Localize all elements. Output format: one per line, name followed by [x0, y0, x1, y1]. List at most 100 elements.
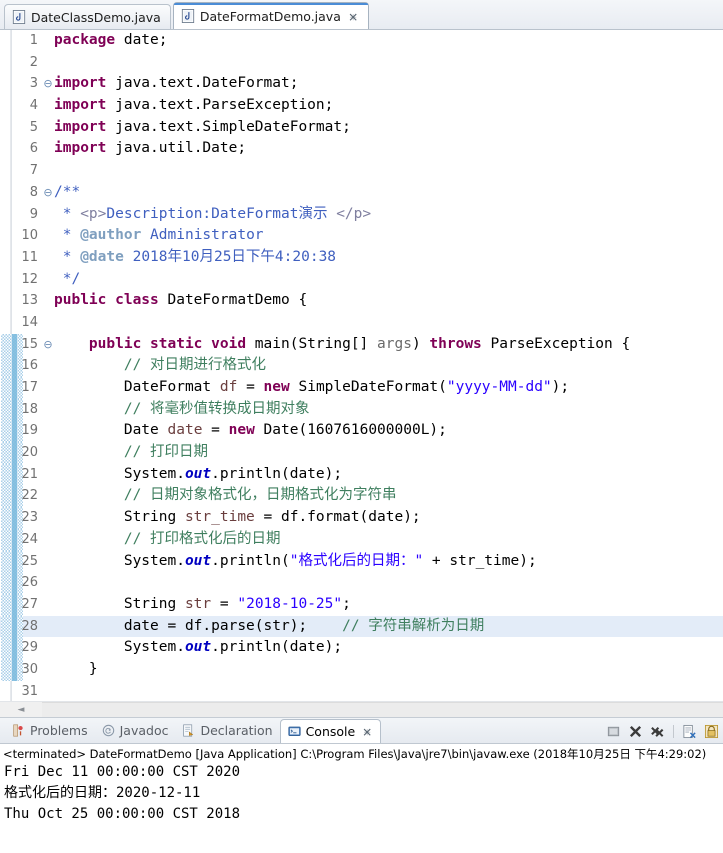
token: + str_time);	[423, 552, 537, 569]
line-number: 13	[21, 293, 38, 309]
code-line[interactable]: 8 ⊖/**	[0, 182, 723, 204]
java-file-icon	[181, 9, 195, 23]
code-line[interactable]: 5 import java.text.SimpleDateFormat;	[0, 117, 723, 139]
console-toolbar	[606, 718, 719, 744]
scroll-lock-button[interactable]	[704, 724, 719, 739]
token: date;	[115, 32, 168, 48]
remove-all-terminated-button[interactable]	[650, 724, 665, 739]
code-line[interactable]: 9 * <p>Description:DateFormat演示 </p>	[0, 204, 723, 226]
close-icon	[348, 11, 359, 22]
fold-toggle-icon[interactable]: ⊖	[43, 334, 53, 356]
code-line[interactable]: 22 // 日期对象格式化，日期格式化为字符串	[0, 485, 723, 507]
token: Date	[54, 422, 168, 439]
code-text: /**	[0, 182, 723, 204]
code-line[interactable]: 24 // 打印格式化后的日期	[0, 528, 723, 551]
code-line[interactable]: 19 Date date = new Date(1607616000000L);	[0, 420, 723, 442]
code-line[interactable]: 14	[0, 312, 723, 334]
code-line[interactable]: 25 System.out.println("格式化后的日期：" + str_t…	[0, 550, 723, 573]
remove-launch-button[interactable]	[628, 724, 643, 739]
code-line[interactable]: 1 package date;	[0, 30, 723, 52]
scroll-track[interactable]	[42, 702, 723, 717]
code-line[interactable]: 3 ⊖ import java.text.DateFormat;	[0, 73, 723, 95]
token: public static void	[88, 335, 247, 352]
code-line[interactable]: 31	[0, 681, 723, 701]
code-line[interactable]: 18 // 将毫秒值转换成日期对象	[0, 398, 723, 421]
token: )	[411, 335, 430, 352]
token: // 对日期进行格式化	[123, 357, 267, 374]
line-number: 7	[29, 163, 38, 179]
token: Description:DateFormat演示	[106, 205, 337, 222]
console-icon	[287, 725, 301, 738]
code-line[interactable]: 7	[0, 160, 723, 182]
code-line[interactable]: 13 public class DateFormatDemo {	[0, 290, 723, 312]
code-line[interactable]: 28 date = df.parse(str); // 字符串解析为日期	[0, 615, 723, 638]
console-tab-label: Declaration	[200, 723, 273, 738]
java-file-icon	[12, 10, 26, 24]
token: package	[54, 32, 116, 48]
code-area[interactable]: 1 package date; 2 3 ⊖ import java.text.DateFo…	[0, 30, 723, 701]
code-line[interactable]: 4 import java.text.ParseException;	[0, 95, 723, 117]
terminate-button[interactable]	[606, 724, 621, 739]
code-line[interactable]: 30 }	[0, 658, 723, 681]
code-line[interactable]: 16 // 对日期进行格式化	[0, 355, 723, 377]
token: </p>	[336, 205, 372, 222]
fold-toggle-icon[interactable]: ⊖	[43, 73, 53, 95]
code-line[interactable]: 23 String str_time = df.format(date);	[0, 507, 723, 529]
line-number: 28	[0, 615, 42, 638]
scroll-left-arrow[interactable]: ◄	[0, 705, 42, 715]
code-text: // 日期对象格式化，日期格式化为字符串	[0, 485, 723, 507]
console-tab-javadoc[interactable]: Javadoc	[95, 719, 176, 743]
line-number: 14	[21, 314, 38, 330]
console-tab-console[interactable]: Console	[279, 718, 382, 743]
code-line[interactable]: 10 * @author Administrator	[0, 225, 723, 247]
code-line[interactable]: 15 ⊖ public static void main(String[] arg…	[0, 333, 723, 356]
code-text: package date;	[0, 30, 723, 52]
problems-icon	[12, 724, 25, 737]
code-line[interactable]: 12 */	[0, 269, 723, 291]
code-line[interactable]: 21 System.out.println(date);	[0, 463, 723, 486]
token: Administrator	[141, 227, 264, 244]
code-line[interactable]: 11 * @date 2018年10月25日下午4:20:38	[0, 247, 723, 269]
token: DateFormat	[54, 379, 220, 395]
token: args	[377, 335, 412, 352]
token: .println(date);	[211, 639, 343, 656]
console-output-area[interactable]: <terminated> DateFormatDemo [Java Applic…	[0, 744, 723, 825]
token: System.	[54, 465, 185, 482]
token: String	[54, 595, 185, 612]
token: Date(1607616000000L);	[254, 422, 447, 439]
code-line[interactable]: 26	[0, 572, 723, 594]
token: 2018年10月25日下午4:20:38	[123, 248, 337, 265]
token: DateFormatDemo {	[158, 292, 308, 309]
editor-horizontal-scrollbar[interactable]: ◄	[0, 701, 723, 717]
code-lines[interactable]: 1 package date; 2 3 ⊖ import java.text.DateFo…	[0, 30, 723, 701]
clear-console-button[interactable]	[682, 724, 697, 739]
console-panel: Problems Javadoc Declaration Console <termi…	[0, 718, 723, 852]
code-line[interactable]: 2	[0, 52, 723, 74]
token: */	[54, 270, 81, 287]
token: "yyyy-MM-dd"	[446, 379, 552, 395]
code-line[interactable]: 20 // 打印日期	[0, 442, 723, 464]
line-number: 3	[29, 76, 38, 92]
token: date	[167, 422, 203, 439]
console-output-line: Fri Dec 11 00:00:00 CST 2020	[4, 764, 241, 780]
editor-tab-1[interactable]: DateClassDemo.java	[4, 4, 171, 29]
code-line[interactable]: 27 String str = "2018-10-25";	[0, 593, 723, 616]
console-tab-declaration[interactable]: Declaration	[175, 719, 279, 743]
console-tab-problems[interactable]: Problems	[5, 719, 95, 743]
token: date = df.parse(str);	[54, 617, 343, 634]
java-editor[interactable]: 1 package date; 2 3 ⊖ import java.text.DateFo…	[0, 30, 723, 718]
editor-tab-2[interactable]: DateFormatDemo.java	[172, 2, 369, 29]
terminated-status-line: <terminated> DateFormatDemo [Java Applic…	[3, 747, 707, 761]
code-line[interactable]: 6 import java.util.Date;	[0, 138, 723, 160]
token: *	[54, 227, 81, 244]
line-number: 4	[29, 98, 38, 114]
token: =	[202, 422, 229, 439]
line-number: 18	[0, 398, 42, 421]
code-text: public class DateFormatDemo {	[0, 290, 723, 312]
editor-tab-label: DateClassDemo.java	[31, 9, 161, 25]
fold-toggle-icon[interactable]: ⊖	[43, 182, 53, 204]
code-line[interactable]: 17 DateFormat df = new SimpleDateFormat(…	[0, 377, 723, 399]
code-line[interactable]: 29 System.out.println(date);	[0, 637, 723, 659]
